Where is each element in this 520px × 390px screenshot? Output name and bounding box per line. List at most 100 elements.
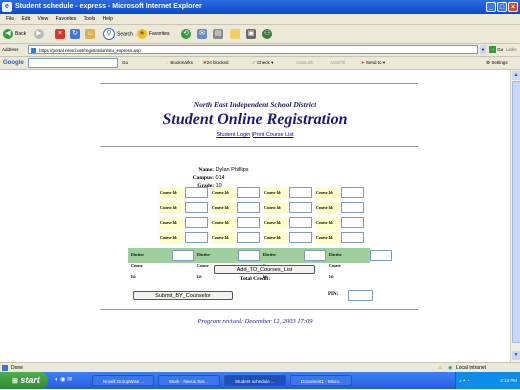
menu-favorites[interactable]: Favorites [56,14,77,24]
elective-course-id-input[interactable] [304,250,326,261]
stop-button[interactable]: × [55,28,67,40]
quick-launch-icons[interactable]: ◐ ◉ ✉ [55,376,72,383]
course-id-input[interactable] [185,202,208,213]
autolink-button[interactable]: AutoLink [296,58,314,68]
mail-button[interactable]: ✉ [197,28,209,40]
scroll-thumb[interactable] [512,81,520,343]
check-icon: ✓ [252,60,256,65]
messenger-button[interactable]: ⚇ [262,28,274,40]
menu-file[interactable]: File [6,14,14,24]
autofill-button[interactable]: AutoFill [330,58,345,68]
forward-arrow-icon: ▶ [34,28,44,39]
edit-button[interactable] [230,28,242,40]
sendto-button[interactable]: ➤ Send to ▾ [361,58,385,68]
task-document1[interactable]: Document1 - Micro... [290,375,352,386]
address-url: https://portal.neisd.net/registration/st… [39,48,141,53]
forward-button[interactable]: ▶ [34,28,46,40]
course-id-input[interactable] [289,202,312,213]
course-id-input[interactable] [185,232,208,243]
course-id-input[interactable] [341,187,364,198]
popup-blocker[interactable]: ✱24 blocked [203,58,229,68]
course-id-input[interactable] [237,187,260,198]
elective-course-row: Elective Course Id: Elective Course Id: … [128,248,392,279]
elective-course-id-input[interactable] [370,250,392,261]
star-icon: ☆ [165,60,170,65]
maximize-button[interactable]: □ [497,2,507,12]
name-value: Dylan Phillips [215,167,249,173]
divider-1 [100,146,418,147]
campus-value: 014 [215,175,225,181]
course-id-input[interactable] [341,232,364,243]
scroll-down-icon[interactable]: ▼ [512,351,520,360]
start-button[interactable]: ⊞ start [0,372,48,389]
course-id-input[interactable] [341,202,364,213]
course-id-input[interactable] [237,232,260,243]
spellcheck-button[interactable]: ✓ Check ▾ [252,58,273,68]
task-nexus[interactable]: Work - Nexus Ser... [158,375,220,386]
standard-toolbar: ◀ Back ▶ × ↻ ⌂ ⚲ Search ★ Favorites ⟲ ✉ ▤ ▣… [0,25,520,44]
course-id-input[interactable] [185,217,208,228]
course-id-input[interactable] [185,187,208,198]
campus-label: Campus: [192,175,214,181]
course-id-input[interactable] [289,187,312,198]
bookmarks-button[interactable]: ☆ Bookmarks [165,58,193,68]
back-button[interactable]: ◀ Back [3,28,26,40]
address-input[interactable]: https://portal.neisd.net/registration/st… [28,45,478,54]
total-credit-label: Total Credit: [239,276,271,282]
google-settings-button[interactable]: ⚙ Settings [486,58,508,68]
go-button[interactable]: → Go [489,44,503,56]
elective-course-id-input[interactable] [238,250,260,261]
address-label: Address [2,47,19,52]
program-revised-text: Program revised: December 12, 2003 17:09 [197,318,313,325]
student-login-link[interactable]: Student Login [216,132,250,138]
windows-logo-icon: ⊞ [12,378,18,385]
address-dropdown-icon[interactable]: ▼ [480,45,486,54]
task-student-schedule[interactable]: Student schedule ... [224,375,286,386]
add-to-courses-list-button[interactable]: Add_TO_Courses_List [214,265,315,274]
stop-icon: × [55,28,65,39]
menu-help[interactable]: Help [103,14,113,24]
address-bar: Address https://portal.neisd.net/registr… [0,44,520,57]
page-icon [31,48,36,53]
scroll-up-icon[interactable]: ▲ [512,71,520,80]
campus-row: Campus: 014 [172,175,225,181]
windows-taskbar: ⊞ start ◐ ◉ ✉ Novell GroupWise ... Work … [0,372,520,389]
home-button[interactable]: ⌂ [85,28,97,40]
vertical-scrollbar[interactable]: ▲ ▼ [510,70,520,362]
menu-tools[interactable]: Tools [84,14,96,24]
google-logo[interactable]: Google [3,58,24,68]
go-arrow-icon: → [489,46,496,54]
folder-icon [230,28,240,39]
task-groupwise[interactable]: Novell GroupWise ... [92,375,154,386]
page-done-icon [2,365,8,371]
course-id-input[interactable] [237,217,260,228]
pin-input[interactable] [348,290,373,301]
minimize-button[interactable]: _ [486,2,496,12]
search-button[interactable]: ⚲ Search [103,28,133,40]
top-links: Student Login |Print Course List [216,132,294,138]
close-button[interactable]: × [508,2,518,12]
elective-course-id-input[interactable] [172,250,194,261]
send-icon: ➤ [361,60,365,65]
course-id-input[interactable] [341,217,364,228]
print-button[interactable]: ▤ [213,28,225,40]
course-id-input[interactable] [289,217,312,228]
menu-edit[interactable]: Edit [21,14,30,24]
links-button[interactable]: Links [506,44,517,56]
tray-icons[interactable]: ◒ ◓ ◔ [456,372,470,389]
course-id-input[interactable] [237,202,260,213]
submit-by-counselor-button[interactable]: Submit_BY_Counselor [133,291,233,300]
discuss-button[interactable]: ▣ [246,28,258,40]
refresh-icon: ↻ [70,28,80,39]
favorites-button[interactable]: ★ Favorites [137,28,170,40]
system-tray: ◒ ◓ ◔ 4:13 PM [455,372,520,389]
course-id-input[interactable] [289,232,312,243]
window-title-bar[interactable]: e Student schedule - express - Microsoft… [0,0,520,14]
print-course-list-link[interactable]: Print Course List [253,132,294,138]
history-button[interactable]: ⟲ [181,28,193,40]
menu-view[interactable]: View [37,14,48,24]
google-search-input[interactable] [28,58,118,68]
course-id-grid: Course Id: Course Id: Course Id: Course … [159,187,369,249]
google-go-button[interactable]: Go [122,58,128,68]
refresh-button[interactable]: ↻ [70,28,82,40]
